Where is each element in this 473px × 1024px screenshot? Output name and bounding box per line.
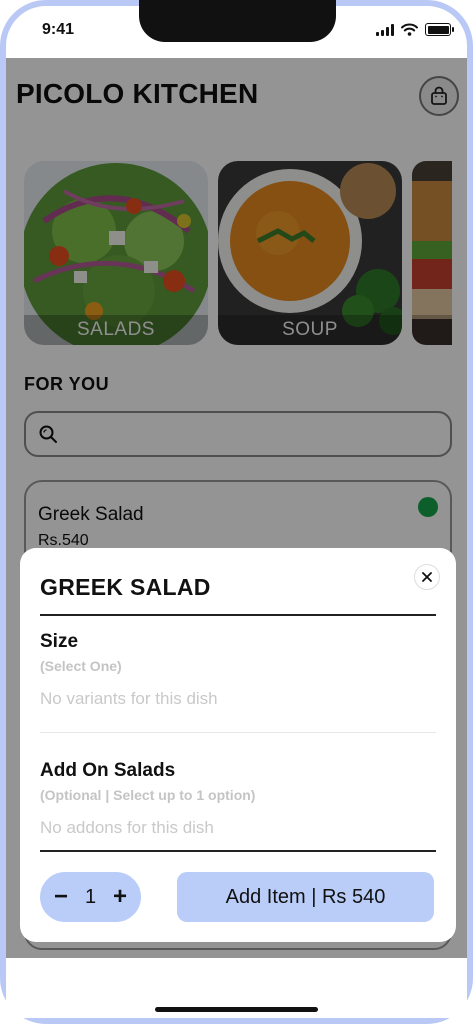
increase-button[interactable]: + <box>112 885 128 909</box>
divider <box>40 614 436 616</box>
divider <box>40 850 436 852</box>
signal-icon <box>376 23 394 36</box>
size-group-title: Size <box>40 631 79 652</box>
add-item-button[interactable]: Add Item | Rs 540 <box>177 872 434 922</box>
addons-group-title: Add On Salads <box>40 760 176 781</box>
quantity-stepper[interactable]: − 1 + <box>40 872 141 922</box>
addons-group-hint: (Optional | Select up to 1 option) <box>40 787 256 803</box>
size-empty-text: No variants for this dish <box>40 689 218 708</box>
divider <box>40 732 436 733</box>
decrease-button[interactable]: − <box>53 885 69 909</box>
dish-options-modal: GREEK SALAD Size (Select One) No variant… <box>20 548 456 942</box>
close-icon <box>422 572 432 582</box>
device-notch <box>139 0 336 42</box>
modal-title: GREEK SALAD <box>40 574 211 600</box>
wifi-icon <box>401 23 418 36</box>
addons-empty-text: No addons for this dish <box>40 818 214 837</box>
size-group-hint: (Select One) <box>40 658 122 674</box>
battery-icon <box>425 23 454 36</box>
close-button[interactable] <box>414 564 440 590</box>
home-indicator <box>155 1007 318 1012</box>
quantity-value: 1 <box>84 885 97 908</box>
status-time: 9:41 <box>42 21 75 38</box>
status-icons <box>376 23 454 36</box>
